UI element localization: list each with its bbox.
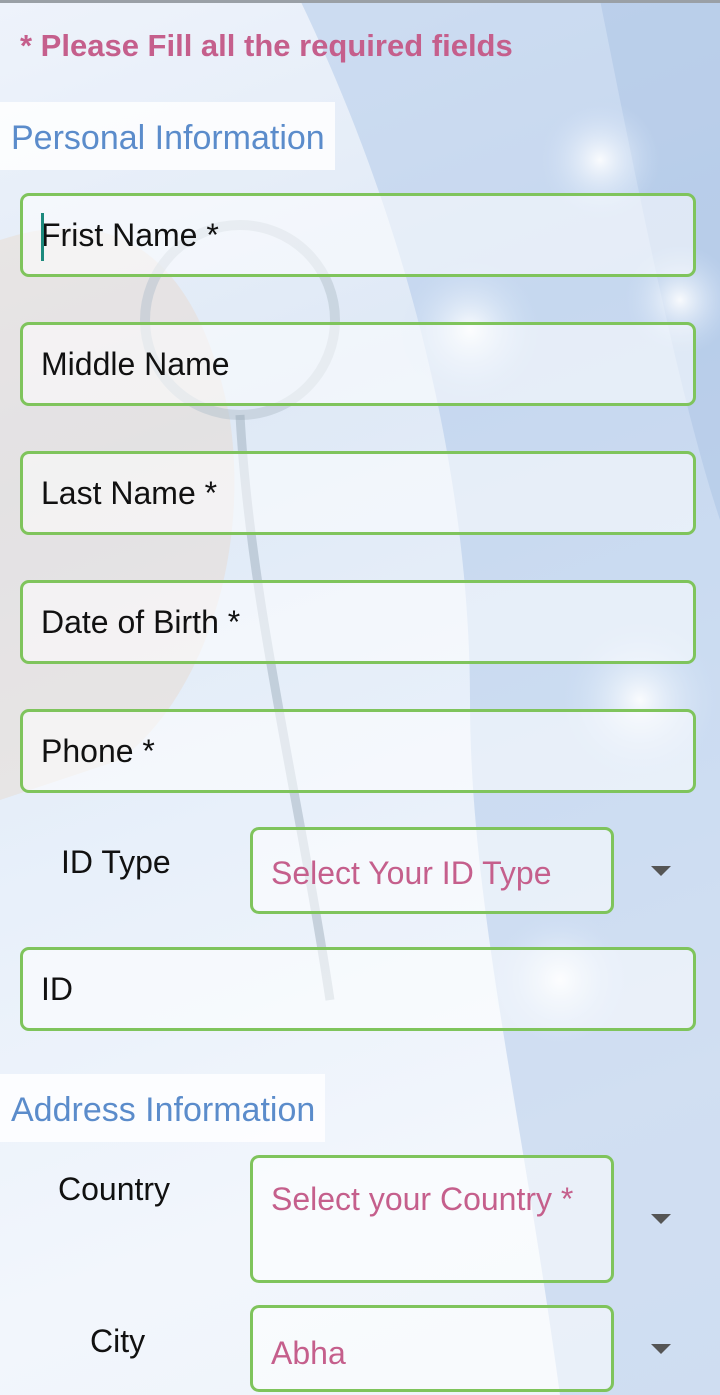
- date-of-birth-placeholder: Date of Birth *: [41, 604, 241, 640]
- first-name-placeholder: Frist Name *: [41, 217, 219, 253]
- country-label: Country: [58, 1171, 171, 1207]
- middle-name-placeholder: Middle Name: [41, 346, 230, 382]
- first-name-field[interactable]: Frist Name *: [20, 193, 696, 277]
- id-placeholder: ID: [41, 971, 73, 1007]
- caret-down-icon[interactable]: [651, 1344, 671, 1354]
- id-type-value: Select Your ID Type: [271, 855, 552, 891]
- country-select[interactable]: Select your Country *: [250, 1155, 614, 1283]
- section-title-address: Address Information: [0, 1074, 326, 1142]
- city-label: City: [90, 1323, 146, 1359]
- caret-down-icon[interactable]: [651, 866, 671, 876]
- required-fields-notice: * Please Fill all the required fields: [20, 28, 513, 63]
- id-type-label: ID Type: [61, 844, 171, 880]
- phone-field[interactable]: Phone *: [20, 709, 696, 793]
- status-divider: [0, 0, 720, 3]
- date-of-birth-field[interactable]: Date of Birth *: [20, 580, 696, 664]
- id-field[interactable]: ID: [20, 947, 696, 1031]
- city-value: Abha: [271, 1335, 346, 1371]
- last-name-placeholder: Last Name *: [41, 475, 218, 511]
- last-name-field[interactable]: Last Name *: [20, 451, 696, 535]
- id-type-select[interactable]: Select Your ID Type: [250, 827, 614, 914]
- text-cursor: [41, 213, 44, 261]
- caret-down-icon[interactable]: [651, 1214, 671, 1224]
- city-select[interactable]: Abha: [250, 1305, 614, 1392]
- registration-screen: * Please Fill all the required fields Pe…: [0, 0, 720, 1395]
- middle-name-field[interactable]: Middle Name: [20, 322, 696, 406]
- section-title-personal: Personal Information: [0, 102, 335, 170]
- phone-placeholder: Phone *: [41, 733, 155, 769]
- country-value: Select your Country *: [271, 1181, 574, 1217]
